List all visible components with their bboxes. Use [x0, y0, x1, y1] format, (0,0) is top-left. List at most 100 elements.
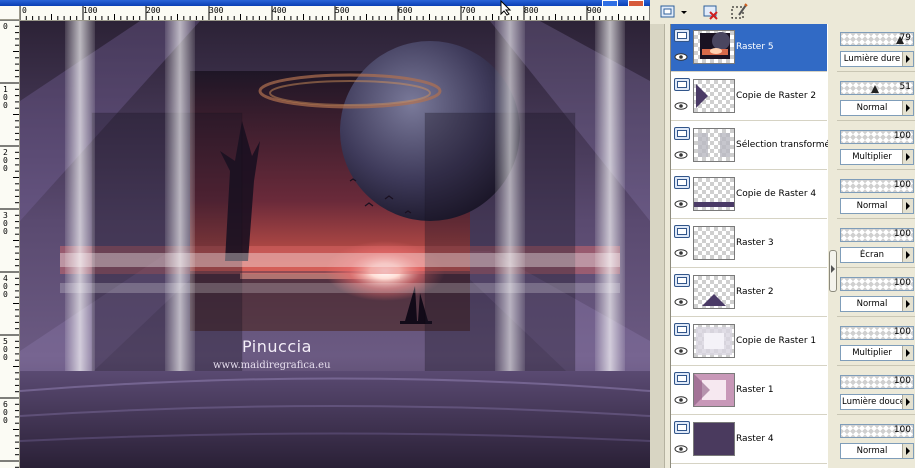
layer-properties-cell: 100 Normal [837, 269, 915, 317]
raster-layer-icon [674, 127, 690, 140]
dropdown-arrow-icon[interactable] [902, 199, 913, 213]
divider [837, 365, 915, 366]
eye-visibility-icon[interactable] [674, 396, 688, 404]
dropdown-arrow-icon[interactable] [902, 150, 913, 164]
layer-row-copie-de-raster-2[interactable]: Copie de Raster 2 [671, 73, 827, 121]
blend-mode-select[interactable]: Normal [840, 198, 914, 214]
eye-visibility-icon[interactable] [674, 200, 688, 208]
vertical-ruler: 0 100 200 300 400 500 600 [0, 20, 20, 468]
blend-mode-value: Écran [859, 250, 885, 260]
layer-thumbnail [693, 30, 735, 64]
delete-layer-icon [703, 5, 718, 20]
raster-layer-icon [674, 176, 690, 189]
raster-layer-icon [674, 372, 690, 385]
artwork-signature: Pinuccia [242, 337, 312, 356]
ruler-h-label: 200 [146, 6, 161, 15]
blend-mode-select[interactable]: Lumière dure [840, 51, 914, 67]
blend-mode-value: Normal [856, 446, 888, 456]
blend-mode-select[interactable]: Normal [840, 296, 914, 312]
blend-mode-select[interactable]: Lumière douce [840, 394, 914, 410]
blend-mode-value: Normal [856, 299, 888, 309]
opacity-slider-pointer[interactable] [871, 85, 879, 93]
eye-visibility-icon[interactable] [674, 445, 688, 453]
eye-visibility-icon[interactable] [674, 102, 688, 110]
thumbnail-planet-image [700, 32, 730, 59]
edit-selection-button[interactable] [728, 2, 750, 22]
artwork-image[interactable]: Pinuccia www.maidiregrafica.eu [20, 21, 650, 468]
delete-layer-button[interactable] [700, 2, 722, 22]
layer-row-raster-1[interactable]: Raster 1 [671, 367, 827, 415]
ruler-h-label: 400 [272, 6, 287, 15]
layer-row-copie-de-raster-4[interactable]: Copie de Raster 4 [671, 171, 827, 219]
opacity-value: 100 [893, 131, 911, 141]
blend-mode-select[interactable]: Écran [840, 247, 914, 263]
ruler-v-label: 400 [3, 274, 8, 299]
layer-properties-column: 79 Lumière dure 51 Normal 100 Multiplier [837, 24, 915, 468]
layer-row-raster-3[interactable]: Raster 3 [671, 220, 827, 268]
layer-name: Raster 2 [736, 287, 774, 297]
blend-mode-value: Multiplier [852, 348, 892, 358]
eye-visibility-icon[interactable] [674, 53, 688, 61]
blend-mode-value: Lumière douce [842, 397, 902, 407]
dropdown-arrow-icon[interactable] [902, 248, 913, 262]
ruler-h-label: 0 [22, 6, 27, 15]
opacity-value: 100 [893, 278, 911, 288]
layer-properties-cell: 51 Normal [837, 73, 915, 121]
dropdown-arrow-icon[interactable] [902, 297, 913, 311]
ruler-v-label: 0 [3, 22, 8, 31]
thumbnail-band-image [694, 202, 734, 207]
blend-mode-select[interactable]: Multiplier [840, 149, 914, 165]
blend-mode-select[interactable]: Normal [840, 100, 914, 116]
layers-side-strip [650, 24, 665, 468]
raster-layer-icon [674, 274, 690, 287]
blend-mode-select[interactable]: Multiplier [840, 345, 914, 361]
dropdown-arrow-icon[interactable] [902, 395, 913, 409]
layer-row-raster-4[interactable]: Raster 4 [671, 416, 827, 464]
dropdown-arrow-icon [681, 11, 687, 14]
divider [837, 414, 915, 415]
ruler-v-label: 200 [3, 148, 8, 173]
new-layer-button[interactable] [658, 2, 680, 22]
eye-visibility-icon[interactable] [674, 347, 688, 355]
raster-layer-icon [674, 225, 690, 238]
layer-name: Sélection transformée [736, 140, 836, 150]
raster-layer-icon [674, 78, 690, 91]
opacity-value: 100 [893, 229, 911, 239]
ruler-v-label: 300 [3, 211, 8, 236]
layer-name: Copie de Raster 4 [736, 189, 817, 199]
eye-visibility-icon[interactable] [674, 298, 688, 306]
raster-layer-icon [674, 421, 690, 434]
layers-palette: Raster 5 Copie de Raster 2 Sélection tra… [650, 24, 915, 468]
thumbnail-selection-image [698, 133, 730, 157]
layer-name: Raster 5 [736, 42, 774, 52]
ruler-h-label: 700 [461, 6, 476, 15]
new-layer-dropdown[interactable] [680, 2, 688, 22]
eye-visibility-icon[interactable] [674, 249, 688, 257]
layer-name: Raster 1 [736, 385, 774, 395]
blend-mode-select[interactable]: Normal [840, 443, 914, 459]
dropdown-arrow-icon[interactable] [902, 346, 913, 360]
opacity-value: 100 [893, 327, 911, 337]
blend-mode-value: Lumière dure [843, 54, 901, 64]
thumbnail-pink-frame-image [694, 374, 734, 406]
mouse-cursor-icon [500, 0, 512, 16]
dropdown-arrow-icon[interactable] [902, 444, 913, 458]
layer-row-copie-de-raster-1[interactable]: Copie de Raster 1 [671, 318, 827, 366]
blend-mode-value: Normal [856, 103, 888, 113]
ruler-v-label: 100 [3, 85, 8, 110]
dropdown-arrow-icon[interactable] [902, 52, 913, 66]
layer-properties-cell: 100 Multiplier [837, 318, 915, 366]
collapse-panel-handle[interactable] [829, 250, 837, 292]
artwork-website: www.maidiregrafica.eu [213, 360, 331, 371]
layer-row-selection-transformee[interactable]: Sélection transformée [671, 122, 836, 170]
layer-row-raster-5[interactable]: Raster 5 [671, 24, 827, 72]
layer-thumbnail [693, 324, 735, 358]
opacity-value: 100 [893, 425, 911, 435]
ruler-v-label: 500 [3, 337, 8, 362]
eye-visibility-icon[interactable] [674, 151, 688, 159]
divider [837, 316, 915, 317]
dropdown-arrow-icon[interactable] [902, 101, 913, 115]
layer-row-raster-2[interactable]: Raster 2 [671, 269, 827, 317]
ruler-h-label: 900 [587, 6, 602, 15]
divider [837, 218, 915, 219]
